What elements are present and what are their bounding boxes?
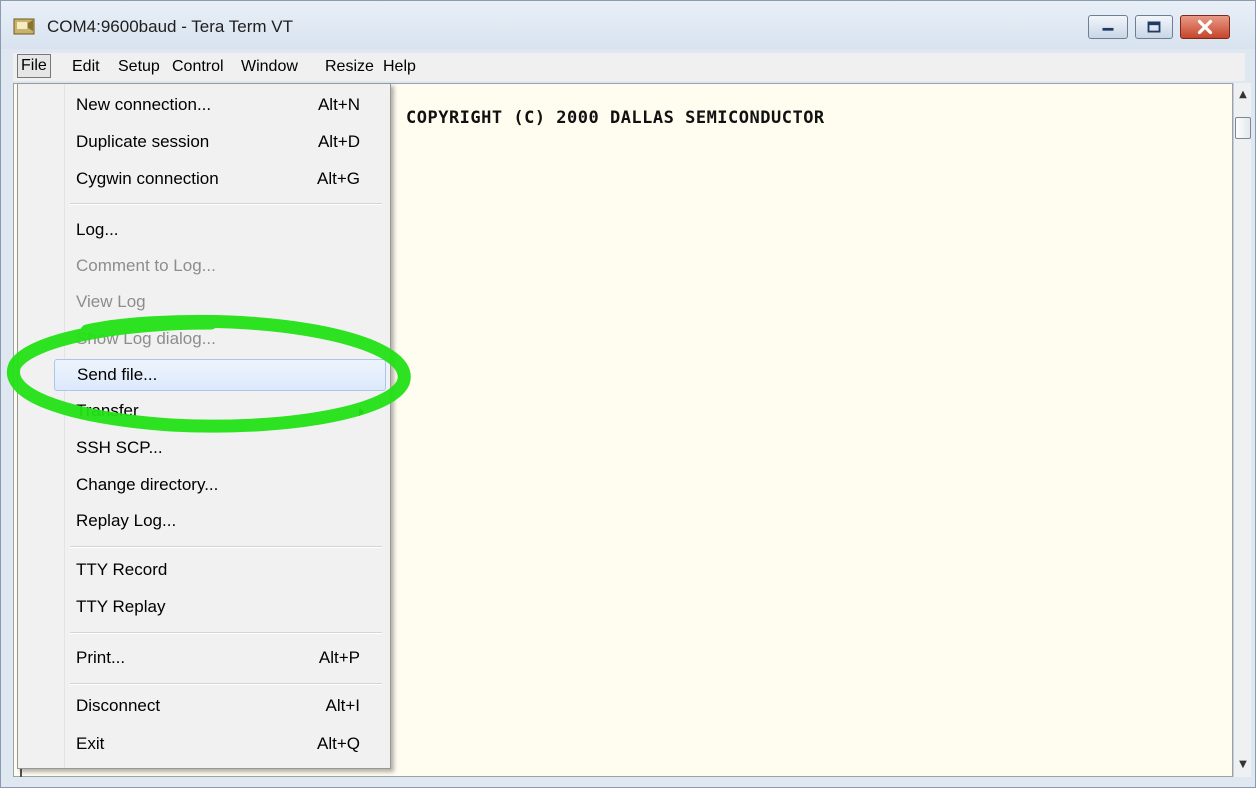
menu-item-change-directory[interactable]: Change directory...: [76, 470, 384, 500]
scrollbar-thumb[interactable]: [1235, 117, 1251, 139]
menu-item-label: Log...: [76, 220, 119, 239]
submenu-arrow-icon: [359, 408, 364, 416]
menu-item-label: Send file...: [77, 365, 158, 384]
menu-resize[interactable]: Resize: [321, 56, 378, 78]
menu-item-ssh-scp[interactable]: SSH SCP...: [76, 433, 384, 463]
menu-icon-gutter: [18, 84, 65, 768]
tera-term-window: COM4:9600baud - Tera Term VT File Edit S…: [0, 0, 1256, 788]
menu-item-duplicate-session[interactable]: Duplicate session Alt+D: [76, 127, 384, 157]
menu-item-tty-record[interactable]: TTY Record: [76, 555, 384, 585]
menu-item-shortcut: Alt+G: [317, 169, 360, 188]
menu-item-view-log: View Log: [76, 287, 384, 317]
menu-item-transfer[interactable]: Transfer: [76, 396, 384, 426]
file-menu-dropdown: New connection... Alt+N Duplicate sessio…: [17, 83, 391, 769]
close-button[interactable]: [1180, 15, 1230, 39]
menu-item-shortcut: Alt+Q: [317, 734, 360, 753]
vertical-scrollbar[interactable]: ▲ ▼: [1233, 83, 1251, 777]
tera-term-app-icon: [13, 18, 35, 35]
menu-bar: File Edit Setup Control Window Resize He…: [13, 53, 1245, 81]
menu-item-label: Duplicate session: [76, 132, 210, 151]
maximize-icon: [1147, 21, 1161, 33]
scroll-up-icon[interactable]: ▲: [1237, 89, 1249, 101]
scroll-down-icon[interactable]: ▼: [1237, 759, 1249, 771]
menu-item-label: Print...: [76, 648, 126, 667]
menu-item-new-connection[interactable]: New connection... Alt+N: [76, 90, 384, 120]
menu-item-label: New connection...: [76, 95, 212, 114]
menu-item-label: Show Log dialog...: [76, 329, 216, 348]
menu-item-print[interactable]: Print... Alt+P: [76, 643, 384, 673]
menu-item-log[interactable]: Log...: [76, 215, 384, 245]
menu-separator: [70, 203, 382, 205]
close-icon: [1197, 19, 1213, 35]
menu-item-label: Comment to Log...: [76, 256, 216, 275]
menu-item-cygwin-connection[interactable]: Cygwin connection Alt+G: [76, 164, 384, 194]
menu-item-exit[interactable]: Exit Alt+Q: [76, 729, 384, 759]
menu-item-shortcut: Alt+I: [325, 696, 361, 715]
menu-item-label: SSH SCP...: [76, 438, 163, 457]
menu-window[interactable]: Window: [237, 56, 302, 78]
menu-separator: [70, 546, 382, 548]
menu-item-shortcut: Alt+P: [318, 648, 360, 667]
menu-item-shortcut: Alt+N: [317, 95, 360, 114]
menu-separator: [70, 683, 382, 685]
menu-item-label: Exit: [76, 734, 105, 753]
menu-help[interactable]: Help: [379, 56, 420, 78]
menu-item-label: Cygwin connection: [76, 169, 219, 188]
menu-item-label: Disconnect: [76, 696, 161, 715]
terminal-line: COPYRIGHT (C) 2000 DALLAS SEMICONDUCTOR: [406, 108, 825, 128]
window-title: COM4:9600baud - Tera Term VT: [47, 17, 293, 36]
minimize-icon: [1102, 27, 1114, 31]
menu-item-send-file[interactable]: Send file...: [54, 359, 386, 391]
title-bar[interactable]: COM4:9600baud - Tera Term VT: [1, 1, 1255, 49]
menu-item-label: Change directory...: [76, 475, 219, 494]
menu-edit[interactable]: Edit: [68, 56, 104, 78]
menu-item-label: Transfer: [76, 401, 139, 420]
menu-item-label: View Log: [76, 292, 146, 311]
menu-item-label: TTY Replay: [76, 597, 166, 616]
menu-control[interactable]: Control: [168, 56, 228, 78]
menu-file[interactable]: File: [17, 54, 51, 78]
menu-separator: [70, 632, 382, 634]
menu-setup[interactable]: Setup: [114, 56, 164, 78]
menu-item-disconnect[interactable]: Disconnect Alt+I: [76, 691, 384, 721]
menu-item-replay-log[interactable]: Replay Log...: [76, 506, 384, 536]
minimize-button[interactable]: [1088, 15, 1128, 39]
menu-item-comment-to-log: Comment to Log...: [76, 251, 384, 281]
maximize-button[interactable]: [1135, 15, 1173, 39]
menu-item-label: Replay Log...: [76, 511, 177, 530]
menu-item-shortcut: Alt+D: [317, 132, 360, 151]
menu-item-tty-replay[interactable]: TTY Replay: [76, 592, 384, 622]
menu-item-show-log-dialog: Show Log dialog...: [76, 324, 384, 354]
menu-item-label: TTY Record: [76, 560, 168, 579]
